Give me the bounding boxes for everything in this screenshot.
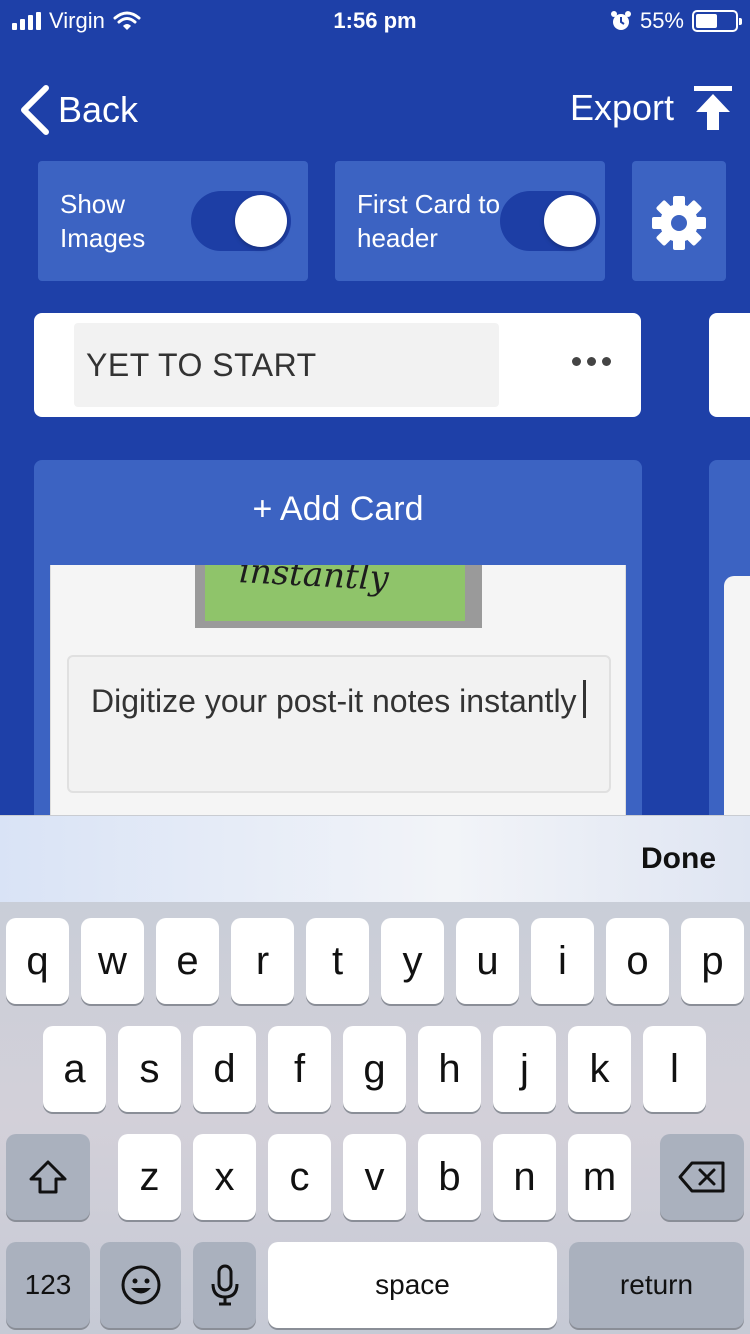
key-d[interactable]: d bbox=[193, 1026, 256, 1112]
key-g[interactable]: g bbox=[343, 1026, 406, 1112]
add-card-button[interactable]: + Add Card bbox=[34, 490, 642, 529]
chevron-left-icon bbox=[21, 85, 49, 135]
key-c[interactable]: c bbox=[268, 1134, 331, 1220]
back-button[interactable]: Back bbox=[18, 84, 138, 136]
key-e[interactable]: e bbox=[156, 918, 219, 1004]
gear-icon bbox=[652, 196, 706, 250]
back-label: Back bbox=[58, 89, 139, 130]
status-right: 55% bbox=[610, 8, 742, 34]
key-v[interactable]: v bbox=[343, 1134, 406, 1220]
key-k[interactable]: k bbox=[568, 1026, 631, 1112]
key-x[interactable]: x bbox=[193, 1134, 256, 1220]
numbers-key[interactable]: 123 bbox=[6, 1242, 90, 1328]
column-header: YET TO START bbox=[34, 313, 641, 417]
battery-icon bbox=[692, 10, 742, 32]
column-title: YET TO START bbox=[86, 347, 317, 383]
next-column-card bbox=[724, 576, 750, 836]
settings-button[interactable] bbox=[632, 161, 726, 281]
key-r[interactable]: r bbox=[231, 918, 294, 1004]
key-u[interactable]: u bbox=[456, 918, 519, 1004]
first-card-header-toggle[interactable] bbox=[500, 191, 600, 251]
key-m[interactable]: m bbox=[568, 1134, 631, 1220]
key-f[interactable]: f bbox=[268, 1026, 331, 1112]
text-cursor bbox=[582, 680, 586, 718]
show-images-label: Show Images bbox=[60, 189, 146, 253]
card-image: instantly bbox=[195, 565, 482, 628]
backspace-icon bbox=[678, 1161, 725, 1193]
key-j[interactable]: j bbox=[493, 1026, 556, 1112]
key-o[interactable]: o bbox=[606, 918, 669, 1004]
keyboard-accessory-bar: Done bbox=[0, 815, 750, 902]
next-column-header bbox=[709, 313, 750, 417]
return-key[interactable]: return bbox=[569, 1242, 744, 1328]
status-bar: Virgin 1:56 pm 55% bbox=[0, 0, 750, 40]
first-card-header-tile: First Card to header bbox=[335, 161, 605, 281]
done-button[interactable]: Done bbox=[641, 842, 716, 876]
key-b[interactable]: b bbox=[418, 1134, 481, 1220]
column-title-field[interactable]: YET TO START bbox=[74, 323, 499, 407]
alarm-icon bbox=[610, 11, 631, 30]
keyboard: q w e r t y u i o p a s d f g h j k l z … bbox=[0, 902, 750, 1334]
key-w[interactable]: w bbox=[81, 918, 144, 1004]
more-options-icon[interactable] bbox=[572, 357, 611, 366]
card-text-field[interactable]: Digitize your post-it notes instantly bbox=[67, 655, 611, 793]
first-card-header-label: First Card to header bbox=[357, 189, 501, 253]
key-n[interactable]: n bbox=[493, 1134, 556, 1220]
export-button[interactable]: Export bbox=[570, 86, 732, 130]
shift-key[interactable] bbox=[6, 1134, 90, 1220]
space-key[interactable]: space bbox=[268, 1242, 557, 1328]
emoji-key[interactable] bbox=[100, 1242, 181, 1328]
dictation-key[interactable] bbox=[193, 1242, 256, 1328]
key-s[interactable]: s bbox=[118, 1026, 181, 1112]
delete-key[interactable] bbox=[660, 1134, 744, 1220]
export-label: Export bbox=[569, 87, 674, 128]
key-a[interactable]: a bbox=[43, 1026, 106, 1112]
key-h[interactable]: h bbox=[418, 1026, 481, 1112]
key-l[interactable]: l bbox=[643, 1026, 706, 1112]
emoji-icon bbox=[121, 1265, 160, 1305]
key-t[interactable]: t bbox=[306, 918, 369, 1004]
key-p[interactable]: p bbox=[681, 918, 744, 1004]
key-y[interactable]: y bbox=[381, 918, 444, 1004]
key-q[interactable]: q bbox=[6, 918, 69, 1004]
upload-icon bbox=[694, 86, 732, 130]
show-images-toggle[interactable] bbox=[191, 191, 291, 251]
show-images-tile: Show Images bbox=[38, 161, 308, 281]
card-text-value: Digitize your post-it notes instantly bbox=[91, 679, 591, 723]
key-i[interactable]: i bbox=[531, 918, 594, 1004]
card: instantly Digitize your post-it notes in… bbox=[50, 565, 626, 815]
key-z[interactable]: z bbox=[118, 1134, 181, 1220]
microphone-icon bbox=[211, 1264, 238, 1306]
battery-percent: 55% bbox=[639, 8, 684, 33]
shift-icon bbox=[29, 1160, 67, 1194]
